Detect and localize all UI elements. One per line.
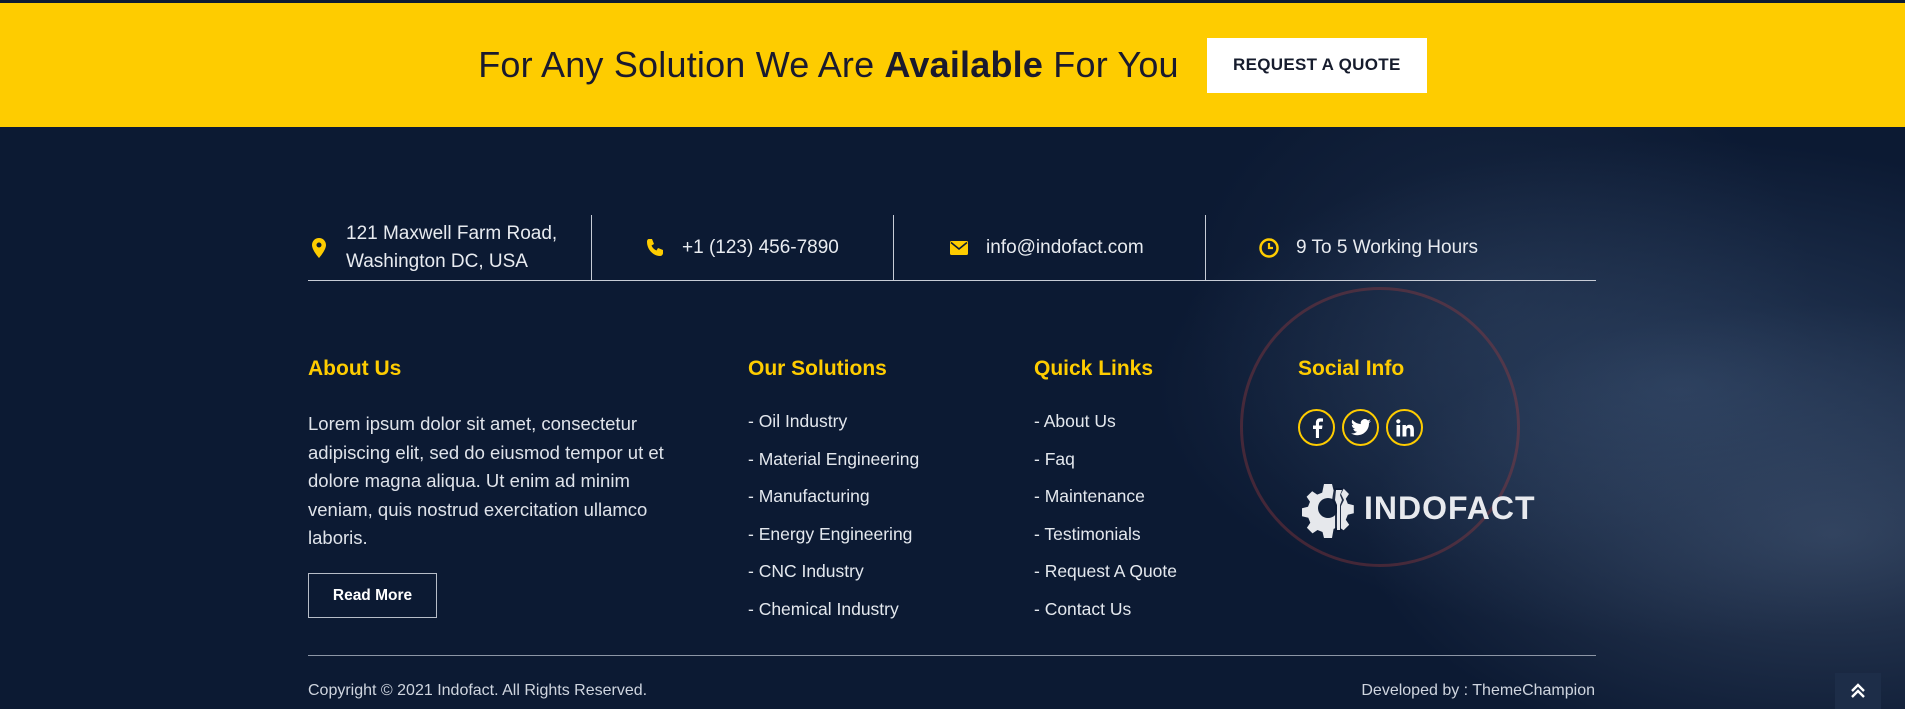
contact-hours: 9 To 5 Working Hours [1206,215,1596,281]
contact-address: 121 Maxwell Farm Road, Washington DC, US… [308,215,592,281]
quick-link-faq[interactable]: - Faq [1034,447,1177,485]
request-quote-button[interactable]: REQUEST A QUOTE [1206,37,1427,93]
about-text: Lorem ipsum dolor sit amet, consectetur … [308,413,664,549]
solution-link-oil-industry[interactable]: - Oil Industry [748,409,919,447]
social-icons [1298,409,1423,446]
solution-link-cnc-industry[interactable]: - CNC Industry [748,559,919,597]
solutions-title: Our Solutions [748,357,887,380]
indofact-logo[interactable]: INDOFACT [1298,478,1536,538]
quick-link-request-quote[interactable]: - Request A Quote [1034,559,1177,597]
quick-links-list: - About Us - Faq - Maintenance - Testimo… [1034,409,1177,634]
phone-text[interactable]: +1 (123) 456-7890 [682,234,839,262]
about-title: About Us [308,357,402,380]
scroll-to-top-button[interactable] [1835,673,1881,709]
cta-text-bold: Available [884,44,1044,85]
map-marker-icon [308,238,330,258]
quick-link-about-us[interactable]: - About Us [1034,409,1177,447]
phone-icon [644,238,666,258]
solution-link-energy-engineering[interactable]: - Energy Engineering [748,522,919,560]
clock-icon [1258,238,1280,258]
contact-email: info@indofact.com [894,215,1206,281]
cta-text-post: For You [1043,44,1179,85]
hours-text: 9 To 5 Working Hours [1296,237,1478,258]
double-chevron-up-icon [1851,683,1865,704]
cta-text-pre: For Any Solution We Are [478,44,885,85]
contact-info-row: 121 Maxwell Farm Road, Washington DC, US… [308,215,1596,281]
read-more-button[interactable]: Read More [308,573,437,618]
envelope-icon [948,241,970,255]
email-text[interactable]: info@indofact.com [986,234,1144,262]
gear-wrench-logo-icon [1302,484,1354,538]
address-text: 121 Maxwell Farm Road, Washington DC, US… [346,220,557,276]
twitter-icon[interactable] [1342,409,1379,446]
footer-divider [308,655,1596,656]
quick-link-maintenance[interactable]: - Maintenance [1034,484,1177,522]
solutions-list: - Oil Industry - Material Engineering - … [748,409,919,634]
address-line-1: 121 Maxwell Farm Road, [346,223,558,244]
social-title: Social Info [1298,357,1405,380]
address-line-2: Washington DC, USA [346,251,528,272]
solution-link-material-engineering[interactable]: - Material Engineering [748,447,919,485]
logo-text: INDOFACT [1364,489,1536,526]
cta-heading: For Any Solution We Are Available For Yo… [478,44,1179,86]
facebook-icon[interactable] [1298,409,1335,446]
solution-link-chemical-industry[interactable]: - Chemical Industry [748,597,919,635]
copyright-text: Copyright © 2021 Indofact. All Rights Re… [308,682,648,699]
cta-banner: For Any Solution We Are Available For Yo… [0,3,1905,127]
contact-phone: +1 (123) 456-7890 [592,215,894,281]
developer-credit[interactable]: Developed by : ThemeChampion [1361,682,1595,700]
solution-link-manufacturing[interactable]: - Manufacturing [748,484,919,522]
quick-link-contact-us[interactable]: - Contact Us [1034,597,1177,635]
quick-link-testimonials[interactable]: - Testimonials [1034,522,1177,560]
linkedin-icon[interactable] [1386,409,1423,446]
quick-links-title: Quick Links [1034,357,1154,380]
